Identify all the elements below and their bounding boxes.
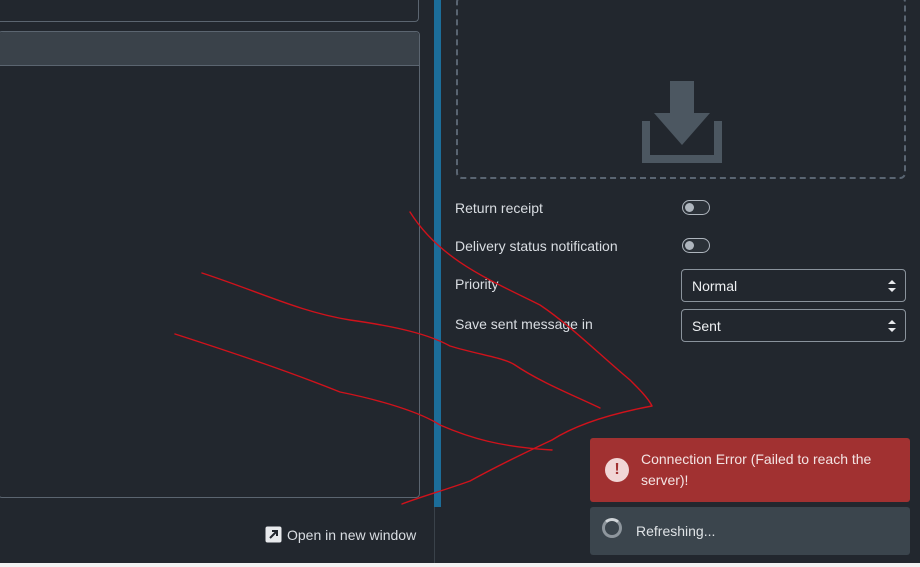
connection-error-message: Connection Error (Failed to reach the se… [641, 451, 872, 488]
refreshing-message: Refreshing... [636, 523, 716, 539]
delivery-status-toggle[interactable] [682, 238, 710, 253]
bottom-strip [0, 563, 920, 567]
attachment-dropzone[interactable] [456, 0, 906, 179]
download-icon [642, 81, 722, 163]
priority-label: Priority [455, 276, 499, 292]
priority-select[interactable]: Normal [681, 269, 906, 302]
message-editor[interactable] [0, 31, 420, 498]
exclamation-icon: ! [605, 458, 629, 482]
select-arrows-icon [888, 280, 896, 292]
save-sent-value: Sent [692, 317, 721, 334]
open-in-new-window-label: Open in new window [287, 526, 417, 543]
spinner-icon [602, 518, 622, 538]
priority-value: Normal [692, 277, 738, 294]
compose-header-field[interactable] [0, 0, 419, 22]
splitter-footer [434, 507, 442, 567]
external-link-icon [265, 526, 282, 543]
save-sent-label: Save sent message in [455, 316, 593, 332]
pane-splitter[interactable] [434, 0, 441, 507]
select-arrows-icon [888, 320, 896, 332]
delivery-status-label: Delivery status notification [455, 238, 618, 254]
return-receipt-toggle[interactable] [682, 200, 710, 215]
return-receipt-label: Return receipt [455, 200, 543, 216]
editor-toolbar [0, 32, 419, 66]
refreshing-toast: Refreshing... [590, 507, 910, 555]
save-sent-select[interactable]: Sent [681, 309, 906, 342]
connection-error-toast[interactable]: ! Connection Error (Failed to reach the … [590, 438, 910, 502]
open-in-new-window-link[interactable]: Open in new window [265, 526, 416, 543]
